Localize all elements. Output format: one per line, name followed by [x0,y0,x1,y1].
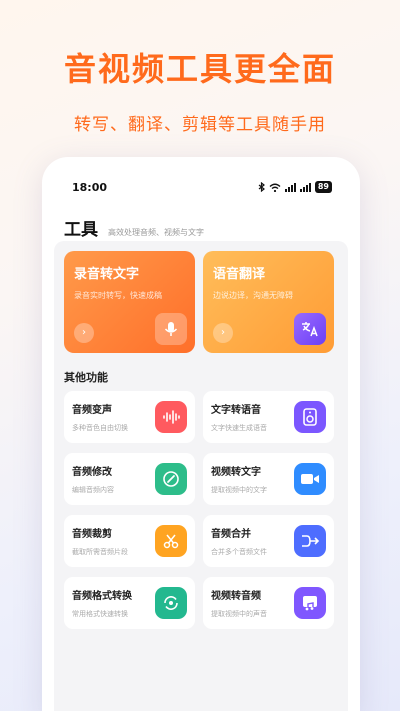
feature-card-voice-translate[interactable]: 语音翻译 边说边译，沟通无障碍 › [203,251,334,353]
headline: 音视频工具更全面 [63,50,336,88]
feature-desc: 录音实时转写，快速成稿 [74,291,162,300]
signal-icon-2 [299,182,311,192]
page-subtitle: 高效处理音频、视频与文字 [108,228,204,237]
scissors-icon [155,525,187,557]
signal-icon [284,182,296,192]
section-title: 其他功能 [64,371,108,384]
feature-card-record-to-text[interactable]: 录音转文字 录音实时转写，快速成稿 › [64,251,195,353]
arrow-right-icon[interactable]: › [74,323,94,343]
tools-content: 录音转文字 录音实时转写，快速成稿 › 语音翻译 边说边译，沟通无障碍 › 其他… [54,241,348,711]
feature-title: 录音转文字 [74,267,140,282]
merge-icon [294,525,326,557]
tool-audio-trim[interactable]: 音频裁剪 截取所需音频片段 [64,515,195,567]
status-icons: 89 [258,181,332,193]
feature-title: 语音翻译 [213,267,266,282]
tool-text-to-speech[interactable]: 文字转语音 文字快速生成语音 [203,391,334,443]
speaker-icon [294,401,326,433]
mic-icon [155,313,187,345]
bluetooth-icon [258,182,265,192]
feature-desc: 边说边译，沟通无障碍 [213,291,293,300]
status-bar: 18:00 89 [42,179,360,195]
convert-icon [155,587,187,619]
phone-frame: 18:00 89 工具 高效处理音频、视频与文字 录音转文字 录音实时转写，快速… [42,157,360,711]
status-time: 18:00 [72,181,108,194]
waveform-icon [155,401,187,433]
page-title: 工具 [64,220,98,240]
video-icon [294,463,326,495]
tool-audio-voice-change[interactable]: 音频变声 多种音色自由切换 [64,391,195,443]
tool-audio-format-convert[interactable]: 音频格式转换 常用格式快速转换 [64,577,195,629]
subline: 转写、翻译、剪辑等工具随手用 [74,115,326,135]
tool-audio-edit[interactable]: 音频修改 编辑音频内容 [64,453,195,505]
page-header: 工具 高效处理音频、视频与文字 [64,215,204,240]
tool-video-to-text[interactable]: 视频转文字 提取视频中的文字 [203,453,334,505]
battery-icon: 89 [314,181,332,193]
translate-icon [294,313,326,345]
tool-audio-merge[interactable]: 音频合并 合并多个音频文件 [203,515,334,567]
tool-video-to-audio[interactable]: 视频转音频 提取视频中的声音 [203,577,334,629]
wifi-icon [269,183,281,192]
edit-icon [155,463,187,495]
arrow-right-icon[interactable]: › [213,323,233,343]
video-audio-icon [294,587,326,619]
